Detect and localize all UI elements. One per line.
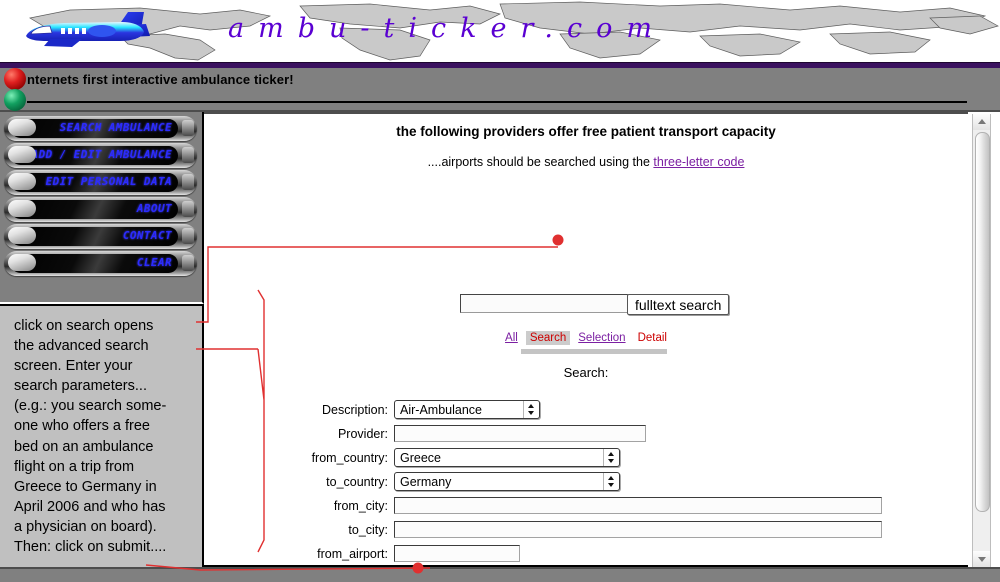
form-field-label: to_city: <box>348 522 388 537</box>
search-caption: Search: <box>563 365 609 380</box>
nav-button-tip <box>182 201 194 217</box>
three-letter-code-link[interactable]: three-letter code <box>653 155 744 169</box>
nav-button-tip <box>182 147 194 163</box>
description-select[interactable]: Air-Ambulance <box>394 400 540 419</box>
page-subline: ....airports should be searched using th… <box>204 155 968 169</box>
tab-search[interactable]: Search <box>525 331 571 345</box>
sidebar-item-label: CONTACT <box>122 229 172 242</box>
sidebar-item-clear[interactable]: CLEAR <box>4 251 197 276</box>
nav-button-tip <box>182 228 194 244</box>
sidebar-item-contact[interactable]: CONTACT <box>4 224 197 249</box>
tab-selection[interactable]: Selection <box>574 331 629 345</box>
form-row: to_city: <box>204 518 968 541</box>
tagline-text: nternets first interactive ambulance tic… <box>27 72 294 87</box>
annotation-text: click on search opens the advanced searc… <box>14 318 167 556</box>
tab-bar: All Search Selection Detail <box>204 331 968 345</box>
nav-button-screen: SEARCH AMBULANCE <box>11 119 178 138</box>
form-row: Provider: <box>204 422 968 445</box>
green-lamp-icon <box>4 89 26 111</box>
nav-button-knob <box>8 254 36 271</box>
page-headline: the following providers offer free patie… <box>396 124 776 139</box>
fulltext-search-row: fulltext search <box>460 294 730 315</box>
sidebar-item-label: ADD / EDIT AMBULANCE <box>31 148 172 161</box>
main-content: the following providers offer free patie… <box>204 112 968 569</box>
form-field-label: from_country: <box>311 450 388 465</box>
nav-button-tip <box>182 255 194 271</box>
sidebar-item-label: SEARCH AMBULANCE <box>59 121 172 134</box>
nav-button-knob <box>8 146 36 163</box>
sidebar-item-add-edit-ambulance[interactable]: ADD / EDIT AMBULANCE <box>4 143 197 168</box>
fulltext-search-input[interactable] <box>460 294 628 313</box>
form-field-label: from_airport: <box>317 546 388 561</box>
tab-detail[interactable]: Detail <box>634 331 671 345</box>
to-country-select[interactable]: Germany <box>394 472 620 491</box>
nav-button-screen: ADD / EDIT AMBULANCE <box>11 146 178 165</box>
form-field-label: to_country: <box>326 474 388 489</box>
tagline-underline <box>27 101 967 103</box>
form-row: from_airport: <box>204 542 968 565</box>
nav-button-screen: CONTACT <box>11 227 178 246</box>
nav-button-screen: EDIT PERSONAL DATA <box>11 173 178 192</box>
sidebar-item-label: CLEAR <box>136 256 172 269</box>
nav-button-knob <box>8 173 36 190</box>
sidebar-item-search-ambulance[interactable]: SEARCH AMBULANCE <box>4 116 197 141</box>
page-root: ambu-ticker.com nternets first interacti… <box>0 0 1000 582</box>
sidebar-item-about[interactable]: ABOUT <box>4 197 197 222</box>
select-stepper-arrows-icon[interactable] <box>603 473 619 490</box>
select-stepper-arrows-icon[interactable] <box>523 401 539 418</box>
form-row: from_city: <box>204 494 968 517</box>
sidebar-item-label: EDIT PERSONAL DATA <box>45 175 172 188</box>
from-city-input[interactable] <box>394 497 882 514</box>
form-row: from_country: Greece <box>204 446 968 469</box>
nav-button-knob <box>8 227 36 244</box>
site-title: ambu-ticker.com <box>228 13 666 44</box>
footer-bar <box>0 567 1000 582</box>
sidebar-nav: SEARCH AMBULANCE ADD / EDIT AMBULANCE EDIT… <box>0 112 204 304</box>
nav-button-screen: CLEAR <box>11 254 178 273</box>
vertical-scrollbar[interactable] <box>972 114 991 567</box>
scrollbar-thumb[interactable] <box>975 132 990 512</box>
sidebar-item-label: ABOUT <box>136 202 172 215</box>
from-country-select[interactable]: Greece <box>394 448 620 467</box>
select-value: Greece <box>400 450 441 465</box>
tab-underbar <box>521 349 667 354</box>
airplane-icon <box>26 12 150 47</box>
tab-all[interactable]: All <box>501 331 522 345</box>
scroll-up-arrow-icon[interactable] <box>973 114 990 130</box>
nav-button-tip <box>182 120 194 136</box>
nav-button-tip <box>182 174 194 190</box>
select-stepper-arrows-icon[interactable] <box>603 449 619 466</box>
form-row: to_country: Germany <box>204 470 968 493</box>
provider-input[interactable] <box>394 425 646 442</box>
scroll-down-arrow-icon[interactable] <box>973 551 990 567</box>
form-row: Description: Air-Ambulance <box>204 398 968 421</box>
nav-button-knob <box>8 200 36 217</box>
site-banner: ambu-ticker.com <box>0 0 1000 62</box>
search-form: Description: Air-Ambulance Provider: from_c… <box>204 398 968 569</box>
to-city-input[interactable] <box>394 521 882 538</box>
form-field-label: from_city: <box>333 498 388 513</box>
red-lamp-icon <box>4 68 26 90</box>
form-field-label: Provider: <box>337 426 388 441</box>
sidebar-item-edit-personal-data[interactable]: EDIT PERSONAL DATA <box>4 170 197 195</box>
select-value: Air-Ambulance <box>400 402 482 417</box>
select-value: Germany <box>400 474 452 489</box>
form-field-label: Description: <box>322 402 388 417</box>
nav-button-knob <box>8 119 36 136</box>
fulltext-search-button[interactable]: fulltext search <box>627 294 730 315</box>
subline-prefix: ....airports should be searched using th… <box>427 155 654 169</box>
from-airport-input[interactable] <box>394 545 520 562</box>
nav-button-screen: ABOUT <box>11 200 178 219</box>
